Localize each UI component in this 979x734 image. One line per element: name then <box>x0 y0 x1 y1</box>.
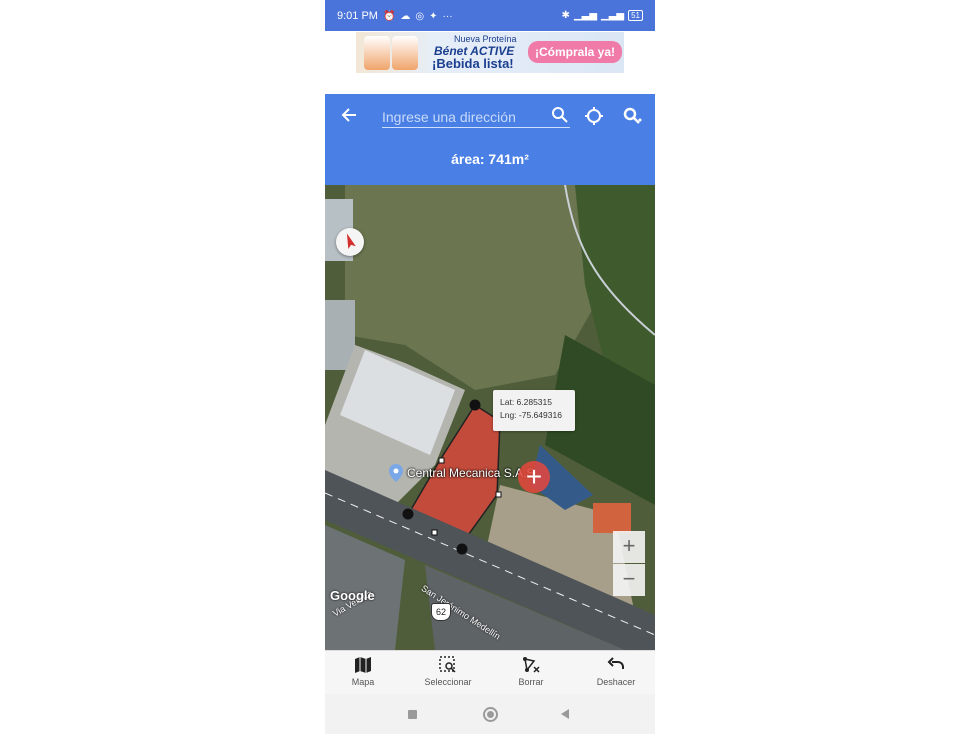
ad-banner[interactable]: Nueva Proteína Bénet ACTIVE ¡Bebida list… <box>356 32 624 73</box>
bottom-toolbar: Mapa Seleccionar Borrar Deshacer <box>325 650 655 694</box>
select-area-icon <box>439 656 456 673</box>
home-icon[interactable] <box>483 707 498 722</box>
area-label: área: 741m² <box>451 151 529 167</box>
status-time: 9:01 PM <box>337 10 378 22</box>
app-bar: área: 741m² <box>325 94 655 185</box>
nav-label: Mapa <box>351 677 375 687</box>
search-place-icon[interactable] <box>623 107 643 130</box>
back-arrow-icon[interactable] <box>341 106 357 128</box>
system-back-icon[interactable] <box>561 709 569 719</box>
undo-icon <box>607 657 624 669</box>
nav-delete-button[interactable]: Borrar <box>496 656 566 687</box>
cloud-icon: ☁ <box>400 10 411 22</box>
nav-label: Borrar <box>518 677 544 687</box>
more-icon: ··· <box>442 10 453 22</box>
signal-icon: ▁▃▅ <box>573 10 598 21</box>
coordinates-tooltip: Lat: 6.285315 Lng: -75.649316 <box>493 390 575 431</box>
add-point-icon[interactable]: + <box>518 461 550 493</box>
address-search-input[interactable] <box>382 106 570 128</box>
satellite-map[interactable]: Lat: 6.285315 Lng: -75.649316 Central Me… <box>325 185 655 650</box>
compass-icon[interactable] <box>336 228 364 256</box>
place-pin-icon[interactable] <box>389 464 403 487</box>
nav-map-button[interactable]: Mapa <box>328 656 398 687</box>
product-image <box>392 36 418 70</box>
zoom-out-button[interactable]: − <box>613 564 645 596</box>
satellite-imagery <box>325 185 655 650</box>
route-shield: 62 <box>431 603 451 621</box>
system-nav-bar <box>325 694 655 734</box>
instagram-icon: ◎ <box>415 10 425 22</box>
zoom-in-button[interactable]: + <box>613 531 645 563</box>
bluetooth-icon: ✱ <box>561 10 570 21</box>
google-logo: Google <box>330 588 375 603</box>
alarm-icon: ⏰ <box>382 10 396 22</box>
nav-label: Deshacer <box>596 677 636 687</box>
nav-label: Seleccionar <box>424 677 472 687</box>
recent-apps-icon[interactable] <box>408 710 417 719</box>
search-icon[interactable] <box>551 106 569 129</box>
battery-icon: 51 <box>628 10 643 21</box>
nav-select-button[interactable]: Seleccionar <box>413 656 483 687</box>
ad-line-3: ¡Bebida lista! <box>432 56 514 71</box>
signal-icon: ▁▃▅ <box>601 10 625 21</box>
longitude-text: Lng: -75.649316 <box>500 410 562 420</box>
latitude-text: Lat: 6.285315 <box>500 397 552 407</box>
nav-undo-button[interactable]: Deshacer <box>581 656 651 687</box>
delete-polygon-icon <box>523 657 540 673</box>
ad-cta-button[interactable]: ¡Cómprala ya! <box>528 41 622 63</box>
phone-screen: 9:01 PM ⏰ ☁ ◎ ✦ ··· ✱ ▁▃▅ ▁▃▅ 51 Nueva P… <box>325 0 655 734</box>
status-bar: 9:01 PM ⏰ ☁ ◎ ✦ ··· ✱ ▁▃▅ ▁▃▅ 51 <box>325 0 655 31</box>
twitter-icon: ✦ <box>429 10 438 22</box>
ad-line-1: Nueva Proteína <box>454 34 517 44</box>
product-image <box>364 36 390 70</box>
my-location-icon[interactable] <box>584 106 604 131</box>
map-icon <box>355 657 371 673</box>
